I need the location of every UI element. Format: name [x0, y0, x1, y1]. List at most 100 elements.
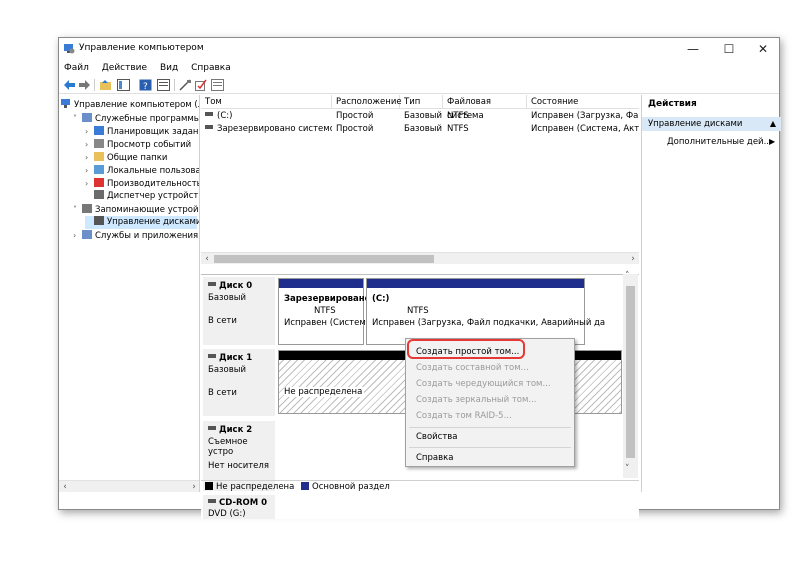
- tree-item[interactable]: › Просмотр событий: [85, 138, 191, 151]
- submenu-arrow-icon: ▶: [769, 137, 776, 146]
- maximize-button[interactable]: ☐: [715, 41, 743, 57]
- partition-c[interactable]: (C:) NTFS Исправен (Загрузка, Файл подка…: [366, 278, 605, 345]
- col-header-layout[interactable]: Расположение: [332, 95, 402, 109]
- tree-item[interactable]: › Локальные пользовате: [85, 164, 199, 177]
- menu-item-help[interactable]: Справка: [416, 453, 453, 463]
- tree-horizontal-scrollbar[interactable]: ‹ ›: [59, 480, 199, 492]
- collapsed-chevron-icon[interactable]: ›: [85, 151, 94, 164]
- col-header-status[interactable]: Состояние: [527, 95, 639, 109]
- actions-section-disk-management[interactable]: Управление дисками ▲: [642, 117, 781, 131]
- tree-item[interactable]: ˅ Запоминающие устройств: [73, 203, 199, 216]
- show-hide-tree-icon[interactable]: [117, 79, 130, 91]
- layout-cell: Простой: [336, 111, 374, 121]
- disk-0-label[interactable]: Диск 0 Базовый В сети: [203, 277, 275, 345]
- unallocated-swatch: [205, 482, 213, 490]
- menu-item-properties[interactable]: Свойства: [416, 432, 458, 442]
- scroll-right-icon[interactable]: ›: [188, 481, 199, 492]
- forward-arrow-icon[interactable]: [78, 79, 91, 91]
- disk-1-label[interactable]: Диск 1 Базовый В сети: [203, 349, 275, 416]
- col-header-volume[interactable]: Том: [201, 95, 332, 109]
- up-folder-icon[interactable]: [99, 79, 112, 91]
- properties-icon[interactable]: [157, 79, 170, 91]
- minimize-button[interactable]: —: [679, 41, 707, 57]
- scroll-thumb[interactable]: [214, 255, 434, 263]
- col-header-filesystem[interactable]: Файловая система: [443, 95, 527, 121]
- tree-item-label: Управление дисками: [107, 217, 200, 227]
- menu-item-create-raid5-volume[interactable]: Создать том RAID-5...: [416, 411, 512, 421]
- tree-item[interactable]: › Службы и приложения: [73, 229, 198, 242]
- tree-item-icon: [94, 178, 104, 187]
- menu-item-create-mirrored-volume[interactable]: Создать зеркальный том...: [416, 395, 537, 405]
- menu-file[interactable]: Файл: [59, 60, 94, 73]
- disk-legend: Не распределена Основной раздел: [201, 480, 639, 492]
- scroll-up-icon[interactable]: ˄: [625, 271, 630, 281]
- scroll-right-icon[interactable]: ›: [627, 253, 639, 265]
- table-row[interactable]: Зарезервировано системой Простой Базовый…: [201, 123, 639, 136]
- tree-item-icon: [82, 113, 92, 122]
- close-button[interactable]: ✕: [749, 41, 777, 57]
- tree-item-label: Запоминающие устройств: [95, 205, 199, 215]
- col-header-type[interactable]: Тип: [400, 95, 443, 109]
- more-actions-item[interactable]: Дополнительные дей...: [667, 137, 772, 147]
- disk-view-vertical-scrollbar[interactable]: ˄ ˅: [623, 271, 638, 478]
- table-row[interactable]: (C:) Простой Базовый NTFS Исправен (Загр…: [201, 110, 639, 123]
- disk-type: Базовый: [208, 293, 247, 303]
- menu-item-create-striped-volume[interactable]: Создать чередующийся том...: [416, 379, 551, 389]
- tree-item[interactable]: › Производительность: [85, 177, 199, 190]
- tree-item-icon: [94, 190, 104, 199]
- tree-item[interactable]: ˅ Служебные программы: [73, 112, 200, 125]
- tree-item[interactable]: › Планировщик заданий: [85, 125, 199, 138]
- layout-cell: Простой: [336, 124, 374, 134]
- primary-partition-bar: [279, 279, 363, 288]
- collapsed-chevron-icon[interactable]: ›: [73, 229, 82, 242]
- check-list-icon[interactable]: [195, 79, 208, 91]
- collapse-up-icon[interactable]: ▲: [770, 117, 776, 131]
- collapsed-chevron-icon[interactable]: ›: [85, 125, 94, 138]
- volume-icon: [205, 125, 213, 129]
- disk-name: Диск 2: [208, 425, 252, 435]
- disk-name: Диск 0: [208, 281, 252, 291]
- menu-view[interactable]: Вид: [155, 60, 183, 73]
- disk-name: Диск 1: [208, 353, 252, 363]
- toolbar-separator: [174, 79, 175, 91]
- expanded-chevron-icon[interactable]: ˅: [73, 203, 82, 216]
- export-list-icon[interactable]: [211, 79, 224, 91]
- expanded-chevron-icon[interactable]: ˅: [73, 112, 82, 125]
- menu-item-create-spanned-volume[interactable]: Создать составной том...: [416, 363, 529, 373]
- collapsed-chevron-icon[interactable]: ›: [85, 138, 94, 151]
- primary-partition-bar: [367, 279, 584, 288]
- partition-title: Зарезервировано: [284, 294, 371, 304]
- tree-item[interactable]: › Общие папки: [85, 151, 167, 164]
- actions-section-label: Управление дисками: [648, 119, 743, 129]
- help-icon[interactable]: ?: [139, 79, 152, 91]
- computer-management-icon: [64, 44, 75, 54]
- tree-item[interactable]: Диспетчер устройств: [85, 190, 199, 203]
- volume-list-horizontal-scrollbar[interactable]: ‹ ›: [201, 252, 639, 264]
- disk-type: DVD (G:): [208, 509, 246, 519]
- menu-action[interactable]: Действие: [97, 60, 152, 73]
- computer-management-icon: [61, 99, 70, 108]
- collapsed-chevron-icon[interactable]: ›: [85, 164, 94, 177]
- tree-item-label: Общие папки: [107, 153, 168, 163]
- scroll-left-icon[interactable]: ‹: [201, 253, 213, 265]
- scroll-down-icon[interactable]: ˅: [625, 464, 630, 474]
- navigation-tree: Управление компьютером (л ˅ Служебные про…: [59, 95, 200, 492]
- connect-icon[interactable]: [179, 79, 192, 91]
- cdrom-0-label[interactable]: CD-ROM 0 DVD (G:): [203, 495, 275, 519]
- tree-item-label: Служебные программы: [95, 114, 200, 124]
- back-arrow-icon[interactable]: [63, 79, 76, 91]
- legend-primary: Основной раздел: [312, 482, 390, 492]
- disk-icon: [208, 354, 216, 358]
- scroll-left-icon[interactable]: ‹: [59, 481, 71, 492]
- status-cell: Исправен (Система, Активе: [531, 124, 639, 134]
- scroll-thumb[interactable]: [626, 286, 635, 458]
- collapsed-chevron-icon[interactable]: ›: [85, 177, 94, 190]
- highlight-outline: [407, 339, 525, 359]
- partition-reserved[interactable]: Зарезервировано NTFS Исправен (Систем: [278, 278, 371, 345]
- filesystem-cell: NTFS: [447, 124, 469, 134]
- disk-type: Базовый: [208, 365, 247, 375]
- partition-fs: NTFS: [407, 306, 429, 316]
- tree-root[interactable]: Управление компьютером (л: [61, 99, 199, 112]
- tree-item[interactable]: Управление дисками: [85, 216, 200, 229]
- menu-help[interactable]: Справка: [186, 60, 236, 73]
